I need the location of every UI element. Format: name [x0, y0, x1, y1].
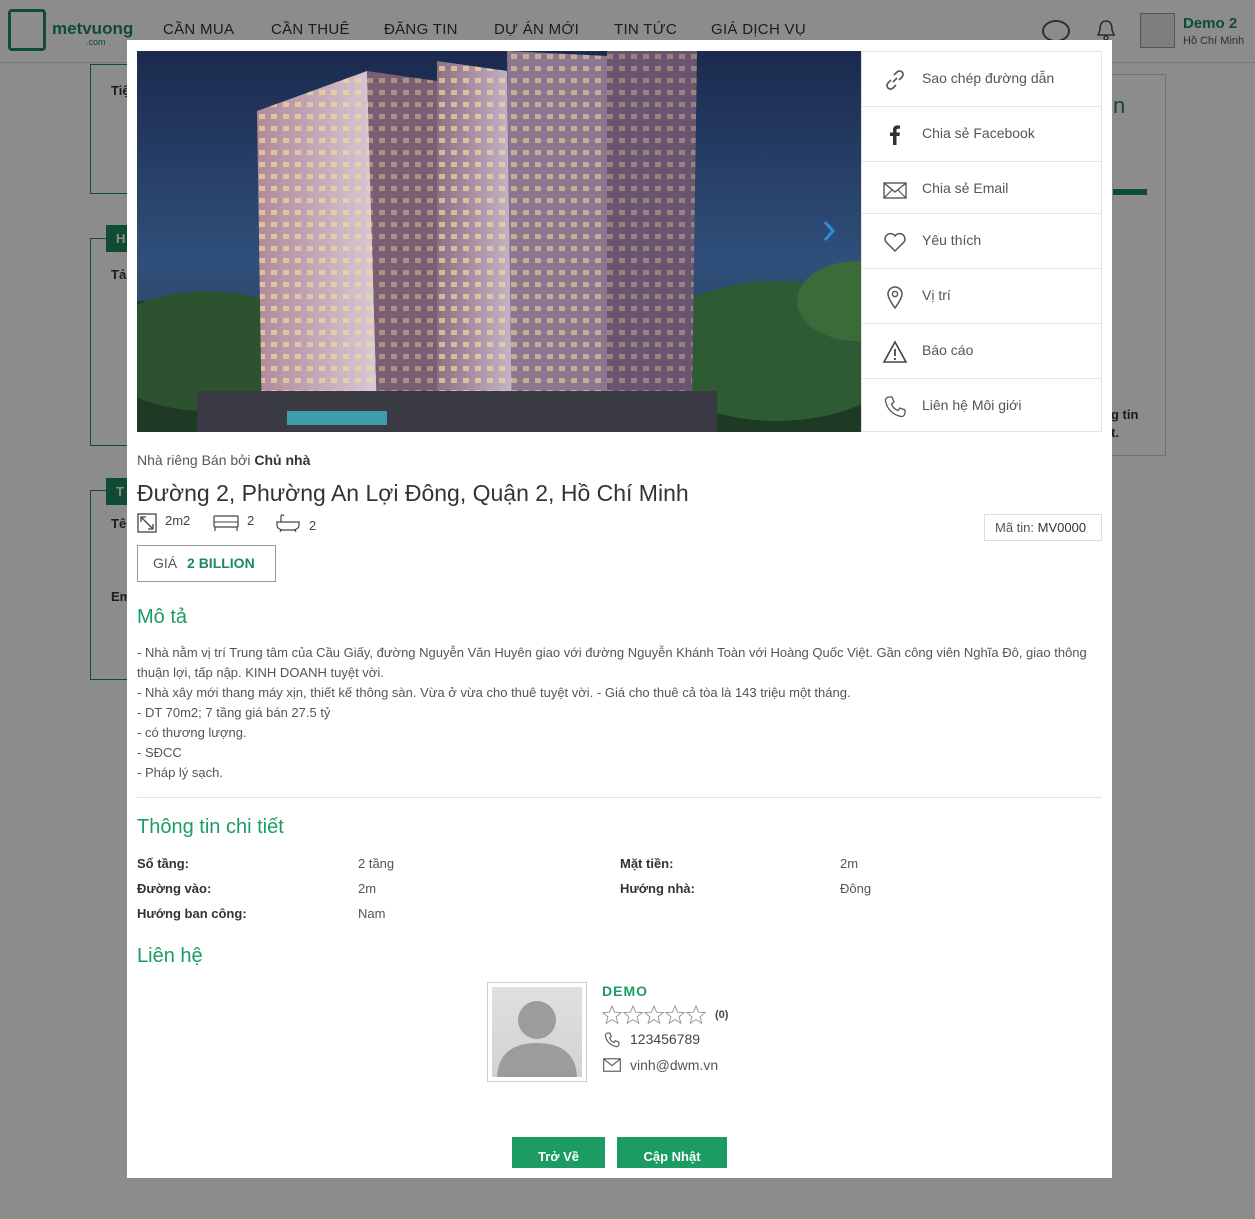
section-divider — [137, 797, 1102, 798]
description-line: - Pháp lý sạch. — [137, 765, 223, 780]
contact-avatar[interactable] — [487, 982, 587, 1082]
heart-icon — [884, 232, 906, 253]
phone-icon — [884, 396, 906, 418]
phone-icon — [604, 1032, 620, 1048]
email-icon — [603, 1058, 621, 1072]
listing-type-prefix: Nhà riêng Bán bởi — [137, 452, 251, 468]
frontage-label: Mặt tiền: — [620, 856, 674, 871]
price-box: GIÁ 2 BILLION — [137, 545, 276, 582]
share-email-label: Chia sẻ Email — [922, 180, 1009, 196]
favorite-label: Yêu thích — [922, 232, 982, 248]
description-title: Mô tả — [137, 606, 188, 628]
price-value: 2 BILLION — [187, 555, 255, 571]
house-direction-label: Hướng nhà: — [620, 881, 695, 896]
details-title: Thông tin chi tiết — [137, 816, 284, 838]
report-label: Báo cáo — [922, 342, 974, 358]
description-line: - Nhà xây mới thang máy xịn, thiết kế th… — [137, 685, 851, 700]
report-item[interactable]: Báo cáo — [862, 324, 1101, 379]
favorite-item[interactable]: Yêu thích — [862, 214, 1101, 269]
area-icon — [137, 513, 157, 533]
next-photo-chevron-icon[interactable] — [819, 216, 839, 246]
description-line: - DT 70m2; 7 tầng giá bán 27.5 tỷ — [137, 705, 331, 720]
building-photo-illustration — [137, 51, 861, 432]
description-body: - Nhà nằm vị trí Trung tâm của Cầu Giấy,… — [137, 643, 1097, 783]
balcony-direction-value: Nam — [358, 906, 386, 921]
description-line: - Nhà nằm vị trí Trung tâm của Cầu Giấy,… — [137, 645, 1087, 680]
listing-detail-modal: Sao chép đường dẫn Chia sẻ Facebook Chia… — [127, 40, 1112, 1178]
listing-owner-type: Chủ nhà — [254, 452, 311, 468]
listing-code-value: MV0000 — [1037, 520, 1087, 535]
share-email[interactable]: Chia sẻ Email — [862, 162, 1101, 214]
share-copy-link[interactable]: Sao chép đường dẫn — [862, 52, 1101, 107]
share-facebook-label: Chia sẻ Facebook — [922, 125, 1035, 141]
contact-agent-label: Liên hệ Môi giới — [922, 397, 1022, 413]
contact-phone[interactable]: 123456789 — [630, 1031, 700, 1047]
rating-stars[interactable] — [602, 1005, 707, 1025]
contact-name[interactable]: DEMO — [602, 983, 648, 999]
contact-email[interactable]: vinh@dwm.vn — [630, 1057, 718, 1073]
floors-label: Số tầng: — [137, 856, 189, 871]
location-label: Vị trí — [922, 287, 951, 303]
share-menu: Sao chép đường dẫn Chia sẻ Facebook Chia… — [861, 51, 1102, 432]
location-icon — [887, 286, 903, 310]
star-outline-icon — [602, 1005, 707, 1025]
listing-photo[interactable] — [137, 51, 861, 432]
location-item[interactable]: Vị trí — [862, 269, 1101, 324]
email-icon — [883, 182, 907, 199]
contact-title: Liên hệ — [137, 945, 203, 967]
link-icon — [886, 70, 904, 90]
bathtub-icon — [276, 514, 300, 533]
floors-value: 2 tầng — [358, 856, 395, 871]
description-line: - có thương lượng. — [137, 725, 247, 740]
area-value: 2m2 — [165, 513, 191, 528]
bathroom-count: 2 — [309, 518, 317, 533]
balcony-direction-label: Hướng ban công: — [137, 906, 247, 921]
back-button[interactable]: Trở Về — [512, 1137, 605, 1168]
bed-icon — [213, 515, 239, 531]
warning-icon — [882, 340, 908, 363]
listing-code-label: Mã tin: — [995, 520, 1035, 535]
contact-agent-item[interactable]: Liên hệ Môi giới — [862, 379, 1101, 434]
share-facebook[interactable]: Chia sẻ Facebook — [862, 107, 1101, 162]
price-label: GIÁ — [153, 555, 178, 571]
road-width-label: Đường vào: — [137, 881, 212, 896]
update-button[interactable]: Cập Nhật — [617, 1137, 727, 1168]
listing-code-box: Mã tin: MV0000 — [984, 514, 1102, 541]
house-direction-value: Đông — [840, 881, 872, 896]
share-copy-link-label: Sao chép đường dẫn — [922, 70, 1055, 86]
listing-type-line: Nhà riêng Bán bởi Chủ nhà — [137, 452, 310, 468]
default-avatar-icon — [497, 1001, 577, 1077]
bedroom-count: 2 — [247, 513, 255, 528]
rating-count: (0) — [715, 1009, 729, 1021]
listing-address: Đường 2, Phường An Lợi Đông, Quận 2, Hồ … — [137, 480, 689, 506]
facebook-icon — [890, 125, 900, 145]
description-line: - SĐCC — [137, 745, 182, 760]
road-width-value: 2m — [358, 881, 377, 896]
frontage-value: 2m — [840, 856, 859, 871]
